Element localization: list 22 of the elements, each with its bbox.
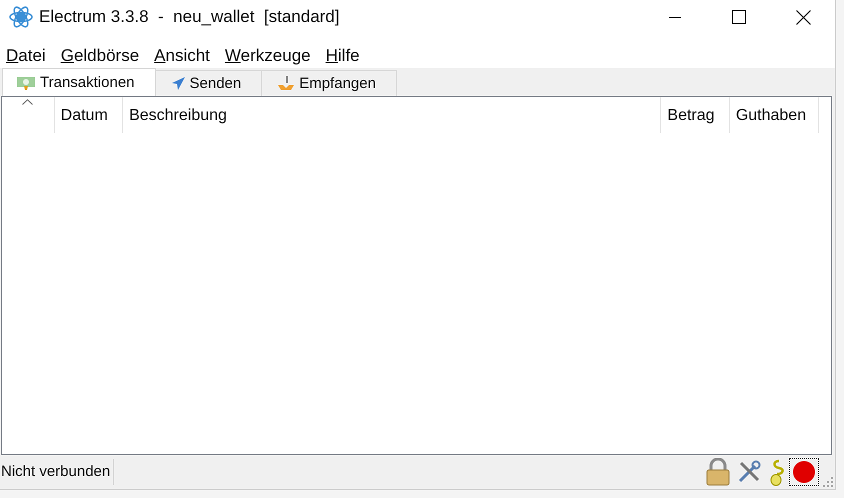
menu-item[interactable]: Ansicht <box>149 46 215 66</box>
maximize-icon <box>732 10 746 24</box>
close-icon <box>796 10 810 24</box>
network-status-icon[interactable] <box>789 458 819 486</box>
resize-grip-icon <box>823 477 833 487</box>
receive-icon <box>278 76 294 92</box>
column-header[interactable]: Beschreibung <box>123 97 662 133</box>
column-header[interactable]: Guthaben <box>730 97 819 133</box>
tab[interactable]: Empfangen <box>261 70 397 96</box>
status-text: Nicht verbunden <box>0 459 114 485</box>
menu-item[interactable]: Datei <box>1 46 51 66</box>
column-header[interactable]: Datum <box>54 97 124 133</box>
menu-item[interactable]: Hilfe <box>320 46 365 66</box>
banknote-icon <box>17 76 35 90</box>
column-header[interactable]: Betrag <box>661 97 730 133</box>
menu-item[interactable]: Werkzeuge <box>220 46 316 66</box>
menu-item[interactable]: Geldbörse <box>56 46 144 66</box>
sort-caret-icon <box>22 99 33 105</box>
window-title: Electrum 3.3.8 - neu_wallet [standard] <box>39 7 340 27</box>
atom-logo-icon <box>9 5 33 29</box>
tab[interactable]: Transaktionen <box>2 68 156 96</box>
paper-plane-icon <box>172 77 184 90</box>
